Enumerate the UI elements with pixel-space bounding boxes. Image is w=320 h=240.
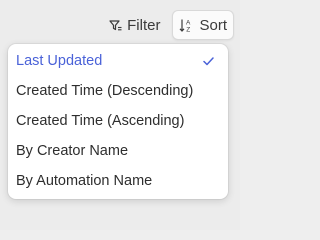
sort-option-created-time-ascending[interactable]: Created Time (Ascending) [8, 106, 228, 136]
sort-option-created-time-descending[interactable]: Created Time (Descending) [8, 76, 228, 106]
sort-button[interactable]: A Z Sort [172, 10, 234, 40]
filter-icon [109, 19, 122, 32]
sort-option-last-updated[interactable]: Last Updated [8, 46, 228, 76]
sort-option-label: Created Time (Descending) [16, 83, 194, 99]
svg-text:A: A [186, 19, 191, 26]
filter-label: Filter [127, 16, 161, 34]
sort-label: Sort [199, 16, 227, 34]
sort-option-label: Created Time (Ascending) [16, 113, 185, 129]
sort-dropdown-menu: Last Updated Created Time (Descending) C… [8, 44, 228, 199]
sort-az-icon: A Z [179, 18, 194, 33]
checkmark-icon [203, 46, 214, 76]
page-background: Filter A Z Sort Last Updated Created Tim… [0, 0, 240, 230]
sort-option-label: By Automation Name [16, 173, 153, 189]
toolbar: Filter A Z Sort [103, 8, 234, 42]
sort-option-creator-name[interactable]: By Creator Name [8, 136, 228, 166]
sort-option-automation-name[interactable]: By Automation Name [8, 166, 228, 196]
filter-button[interactable]: Filter [103, 10, 166, 40]
sort-option-label: By Creator Name [16, 143, 129, 159]
svg-text:Z: Z [187, 26, 191, 33]
sort-option-label: Last Updated [16, 53, 103, 69]
